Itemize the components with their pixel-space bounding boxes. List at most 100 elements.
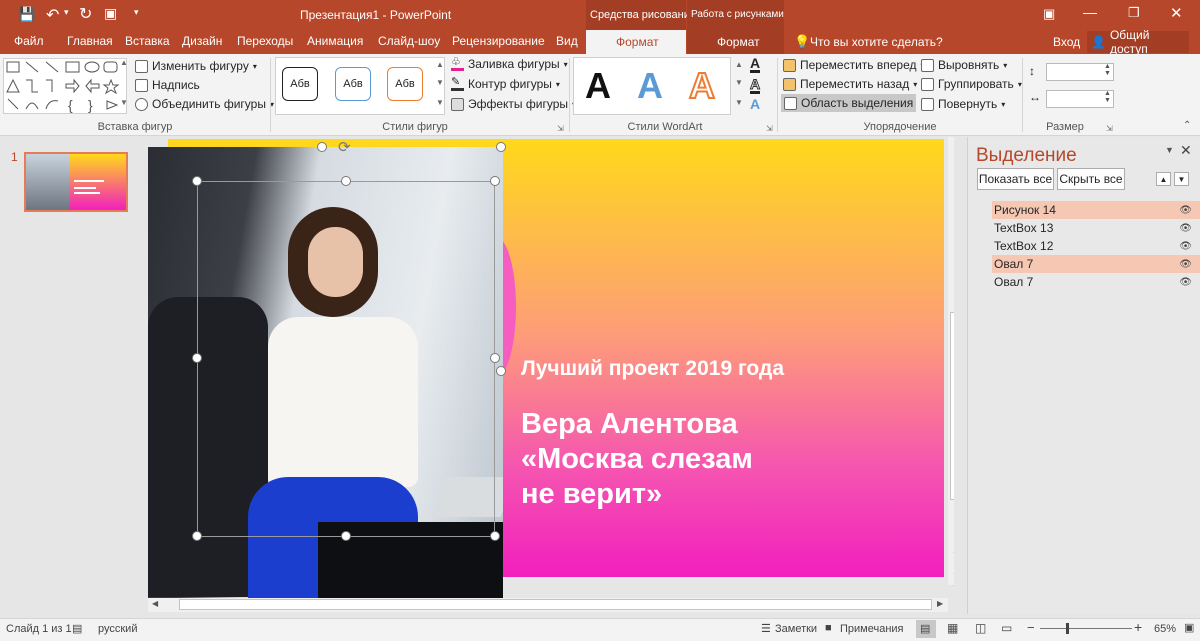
zoom-out-icon[interactable]: −: [1027, 620, 1035, 635]
shape-style-orange[interactable]: Абв: [387, 67, 423, 101]
restore-icon[interactable]: ❐: [1128, 5, 1140, 21]
resize-handle[interactable]: [317, 142, 327, 152]
rotate-button[interactable]: Повернуть ▾: [921, 97, 1005, 111]
scroll-right-icon[interactable]: ▶: [937, 599, 943, 608]
close-icon[interactable]: ✕: [1170, 4, 1183, 22]
resize-handle[interactable]: [496, 142, 506, 152]
shape-style-black[interactable]: Абв: [282, 67, 318, 101]
resize-handle[interactable]: [192, 353, 202, 363]
tab-slideshow[interactable]: Слайд-шоу: [378, 34, 440, 48]
tab-home[interactable]: Главная: [67, 34, 113, 48]
slideshow-view-icon[interactable]: ▭: [1001, 621, 1012, 635]
wordart-more-icon[interactable]: ▼: [735, 98, 743, 107]
resize-handle[interactable]: [490, 531, 500, 541]
send-backward-button[interactable]: Переместить назад ▾: [783, 77, 917, 91]
slide-title[interactable]: Вера Алентова «Москва слезам не верит»: [521, 407, 753, 512]
notes-button[interactable]: Заметки: [775, 623, 817, 635]
eye-icon[interactable]: 👁: [1179, 277, 1192, 288]
signin-link[interactable]: Вход: [1053, 35, 1080, 49]
text-effects-icon[interactable]: A: [750, 97, 760, 111]
scroll-left-icon[interactable]: ◀: [152, 599, 158, 608]
tell-me-box[interactable]: Что вы хотите сделать?: [810, 35, 943, 49]
text-outline-icon[interactable]: A: [749, 77, 761, 94]
resize-handle[interactable]: [341, 176, 351, 186]
normal-view-button[interactable]: ▤: [916, 620, 936, 638]
horizontal-scrollbar[interactable]: ◀ ▶: [148, 598, 948, 612]
wordart-scroll-up-icon[interactable]: ▲: [735, 60, 743, 69]
zoom-in-icon[interactable]: +: [1134, 619, 1142, 635]
selection-item[interactable]: Овал 7 👁: [992, 273, 1200, 291]
shape-outline-button[interactable]: ✎ Контур фигуры ▾: [451, 76, 560, 91]
tab-design[interactable]: Дизайн: [182, 34, 222, 48]
styles-more-icon[interactable]: ▼: [436, 98, 444, 107]
zoom-slider[interactable]: [1040, 628, 1132, 629]
reading-view-icon[interactable]: ◫: [975, 621, 986, 635]
next-slide-icon[interactable]: ▼: [952, 583, 954, 592]
edit-shape-button[interactable]: Изменить фигуру ▾: [135, 59, 257, 73]
previous-slide-icon[interactable]: ▲: [952, 567, 954, 576]
tab-animations[interactable]: Анимация: [307, 34, 363, 48]
text-fill-icon[interactable]: A: [750, 56, 761, 73]
wordart-style-black[interactable]: A: [585, 65, 611, 107]
slide-thumbnail[interactable]: [24, 152, 128, 212]
show-all-button[interactable]: Показать все: [977, 168, 1054, 190]
move-down-button[interactable]: ▼: [1174, 172, 1189, 186]
wordart-style-blue[interactable]: A: [637, 65, 663, 107]
slide-subtitle[interactable]: Лучший проект 2019 года: [521, 357, 784, 381]
share-button[interactable]: 👤 Общий доступ: [1087, 28, 1189, 56]
tab-transitions[interactable]: Переходы: [237, 34, 293, 48]
eye-icon[interactable]: 👁: [1179, 223, 1192, 234]
gallery-more-icon[interactable]: ▼: [120, 98, 128, 107]
align-button[interactable]: Выровнять ▾: [921, 58, 1007, 72]
resize-handle[interactable]: [490, 176, 500, 186]
resize-handle[interactable]: [341, 531, 351, 541]
resize-handle[interactable]: [490, 353, 500, 363]
fit-slide-icon[interactable]: ▣: [1184, 621, 1194, 634]
wordart-style-orange[interactable]: A: [688, 64, 716, 107]
undo-icon[interactable]: ↶: [46, 5, 59, 25]
selection-item[interactable]: TextBox 12 👁: [992, 237, 1200, 255]
selection-item[interactable]: Овал 7 👁: [992, 255, 1200, 273]
resize-handle[interactable]: [192, 531, 202, 541]
eye-icon[interactable]: 👁: [1179, 259, 1192, 270]
tab-insert[interactable]: Вставка: [125, 34, 170, 48]
slide-sorter-icon[interactable]: ▦: [947, 621, 958, 635]
scroll-down-icon[interactable]: ▼: [952, 550, 954, 559]
bring-forward-button[interactable]: Переместить вперед▾: [783, 58, 925, 72]
move-up-button[interactable]: ▲: [1156, 172, 1171, 186]
shape-effects-button[interactable]: Эффекты фигуры▾: [451, 97, 576, 111]
slideshow-from-start-icon[interactable]: ▣: [104, 5, 117, 22]
shape-fill-button[interactable]: ♧ Заливка фигуры ▾: [451, 56, 568, 71]
comments-button[interactable]: Примечания: [840, 623, 904, 635]
textbox-button[interactable]: Надпись: [135, 78, 200, 92]
shape-style-blue[interactable]: Абв: [335, 67, 371, 101]
hide-all-button[interactable]: Скрыть все: [1057, 168, 1125, 190]
tab-file[interactable]: Файл: [14, 34, 44, 48]
undo-dropdown-icon[interactable]: ▾: [64, 7, 69, 18]
tab-drawing-format[interactable]: Формат: [586, 30, 686, 54]
shapes-gallery[interactable]: { }: [3, 58, 127, 114]
zoom-level[interactable]: 65%: [1154, 623, 1176, 635]
horizontal-scrollbar-thumb[interactable]: [179, 599, 932, 610]
resize-handle[interactable]: [192, 176, 202, 186]
merge-shapes-button[interactable]: Объединить фигуры ▾: [135, 97, 274, 111]
resize-handle[interactable]: [496, 366, 506, 376]
group-button[interactable]: Группировать ▾: [921, 77, 1022, 91]
pane-options-icon[interactable]: ▼: [1165, 145, 1174, 155]
dialog-launcher-icon[interactable]: ⇲: [557, 124, 564, 133]
collapse-ribbon-icon[interactable]: ⌃: [1183, 120, 1191, 131]
wordart-scroll-down-icon[interactable]: ▼: [735, 78, 743, 87]
spellcheck-icon[interactable]: ▤: [72, 622, 82, 635]
width-spin-icon[interactable]: ▲ ▼: [1104, 90, 1111, 104]
redo-icon[interactable]: ↻: [79, 4, 92, 24]
tab-review[interactable]: Рецензирование: [452, 34, 545, 48]
tab-picture-format[interactable]: Формат: [687, 30, 784, 54]
height-spin-icon[interactable]: ▲ ▼: [1104, 63, 1111, 77]
selection-item[interactable]: TextBox 13 👁: [992, 219, 1200, 237]
styles-scroll-up-icon[interactable]: ▲: [436, 60, 444, 69]
customize-toolbar-icon[interactable]: ▾: [134, 7, 139, 18]
zoom-slider-thumb[interactable]: [1066, 623, 1069, 634]
rotate-handle-icon[interactable]: ⟳: [338, 138, 351, 156]
language-indicator[interactable]: русский: [98, 623, 137, 635]
dialog-launcher-icon[interactable]: ⇲: [1106, 124, 1113, 133]
